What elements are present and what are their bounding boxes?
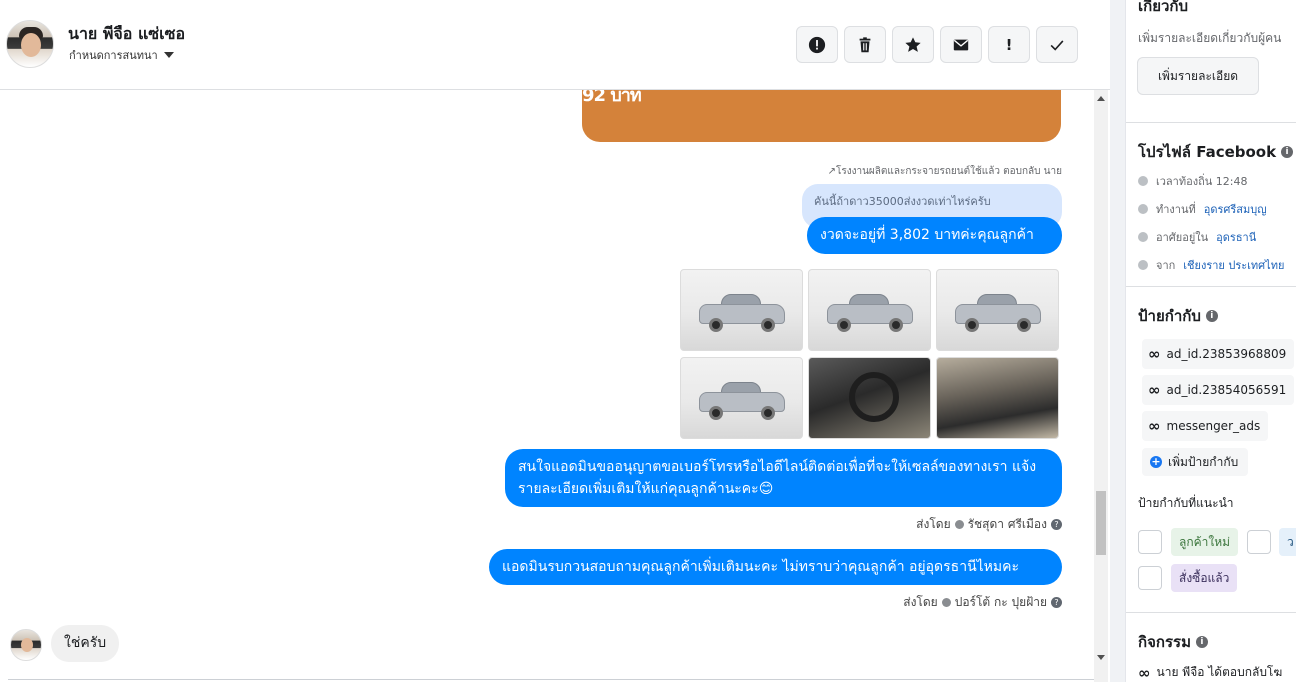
panel-gutter bbox=[1110, 0, 1125, 682]
outgoing-message[interactable]: งวดจะอยู่ที่ 3,802 บาทค่ะคุณลูกค้า bbox=[807, 217, 1062, 254]
outgoing-message[interactable]: แอดมินรบกวนสอบถามคุณลูกค้าเพิ่มเติมนะคะ … bbox=[489, 549, 1062, 585]
clock-icon bbox=[1138, 176, 1148, 186]
mail-icon bbox=[953, 39, 969, 50]
follow-up-button[interactable]: ! bbox=[988, 26, 1030, 63]
suggested-label-chip[interactable]: ว bbox=[1279, 528, 1296, 556]
gear-shift-photo[interactable] bbox=[936, 357, 1059, 439]
suggested-labels-title: ป้ายกำกับที่แนะนำ bbox=[1138, 496, 1234, 510]
sender-name: ปอร์โต้ กะ ปุยฝ้าย bbox=[954, 595, 1047, 609]
suggested-label-checkbox[interactable] bbox=[1247, 530, 1271, 554]
suggested-label-new-customer[interactable]: ลูกค้าใหม่ bbox=[1171, 528, 1239, 556]
verified-icon bbox=[954, 520, 964, 529]
trash-icon bbox=[859, 36, 871, 52]
reply-context-text: โรงงานผลิตและกระจายรถยนต์ใช้แล้ว ตอบกลับ… bbox=[835, 166, 1062, 177]
mark-unread-button[interactable] bbox=[940, 26, 982, 63]
sent-by-label: ส่งโดย bbox=[916, 517, 951, 531]
reply-arrow-icon: ↗ bbox=[827, 166, 836, 177]
sender-name: รัชสุดา ศรีเมือง bbox=[967, 517, 1047, 531]
activity-item[interactable]: ∞ นาย พีจือ ได้ตอบกลับโฆ bbox=[1138, 663, 1282, 682]
steering-wheel-photo[interactable] bbox=[808, 357, 931, 439]
conversation-toolbar: ! bbox=[796, 26, 1078, 63]
mark-spam-button[interactable] bbox=[796, 26, 838, 63]
add-details-button[interactable]: เพิ่มรายละเอียด bbox=[1137, 57, 1259, 95]
ad-card-price: 92 บาท bbox=[582, 90, 642, 106]
contact-avatar[interactable] bbox=[6, 20, 54, 68]
info-icon[interactable]: i bbox=[1281, 146, 1294, 158]
car-front-angle-photo[interactable] bbox=[808, 269, 931, 351]
help-icon[interactable]: ? bbox=[1051, 519, 1062, 530]
sent-by-info: ส่งโดย ปอร์โต้ กะ ปุยฝ้าย ? bbox=[903, 593, 1062, 612]
suggested-label-checkbox[interactable] bbox=[1138, 566, 1162, 590]
label-tag[interactable]: ∞ ad_id.23854056591 bbox=[1142, 375, 1295, 405]
messenger-inbox: นาย พีจือ แซ่เซอ กำหนดการสนทนา ! 92 บาท … bbox=[0, 0, 1296, 682]
divider bbox=[1126, 122, 1296, 123]
profile-lives-in: อาศัยอยู่ใน อุดรธานี bbox=[1138, 228, 1256, 246]
about-description: เพิ่มรายละเอียดเกี่ยวกับผู้คน bbox=[1138, 31, 1282, 45]
delete-button[interactable] bbox=[844, 26, 886, 63]
meta-icon: ∞ bbox=[1148, 417, 1160, 435]
labels-title: ป้ายกำกับ i bbox=[1138, 304, 1218, 328]
from-link[interactable]: เชียงราย ประเทศไทย bbox=[1183, 256, 1284, 274]
spam-icon bbox=[808, 36, 826, 53]
sent-by-info: ส่งโดย รัชสุดา ศรีเมือง ? bbox=[916, 515, 1062, 534]
conversation-header: นาย พีจือ แซ่เซอ กำหนดการสนทนา ! bbox=[0, 0, 1110, 90]
contact-name[interactable]: นาย พีจือ แซ่เซอ bbox=[68, 22, 185, 47]
verified-icon bbox=[941, 598, 951, 607]
location-icon bbox=[1138, 232, 1148, 242]
add-label-button[interactable]: + เพิ่มป้ายกำกับ bbox=[1142, 448, 1249, 476]
about-title: เกี่ยวกับ bbox=[1138, 0, 1189, 15]
profile-local-time: เวลาท้องถิ่น 12:48 bbox=[1138, 172, 1247, 190]
incoming-message[interactable]: ใช่ครับ bbox=[51, 625, 120, 662]
help-icon[interactable]: ? bbox=[1051, 597, 1062, 608]
star-icon bbox=[905, 36, 921, 52]
label-tag[interactable]: ∞ messenger_ads bbox=[1142, 411, 1269, 441]
scroll-up-arrow-icon[interactable] bbox=[1097, 96, 1105, 101]
thread-scrollbar[interactable] bbox=[1094, 90, 1108, 682]
assign-conversation-dropdown[interactable]: กำหนดการสนทนา bbox=[69, 46, 174, 64]
mark-done-button[interactable] bbox=[1036, 26, 1078, 63]
exclamation-icon: ! bbox=[1005, 35, 1013, 54]
work-link[interactable]: อุดรศรีสมบุญ bbox=[1204, 200, 1267, 218]
profile-from: จาก เชียงราย ประเทศไทย bbox=[1138, 256, 1284, 274]
divider bbox=[1126, 286, 1296, 287]
sent-by-label: ส่งโดย bbox=[903, 595, 938, 609]
star-button[interactable] bbox=[892, 26, 934, 63]
briefcase-icon bbox=[1138, 204, 1148, 214]
meta-icon: ∞ bbox=[1148, 381, 1160, 399]
reply-context: ↗โรงงานผลิตและกระจายรถยนต์ใช้แล้ว ตอบกลั… bbox=[700, 164, 1062, 179]
facebook-profile-title: โปรไฟล์ Facebook i bbox=[1138, 140, 1294, 164]
suggested-label-checkbox[interactable] bbox=[1138, 530, 1162, 554]
photo-album bbox=[680, 269, 1062, 439]
ad-card[interactable]: 92 บาท bbox=[582, 90, 1061, 142]
scroll-down-arrow-icon[interactable] bbox=[1097, 655, 1105, 660]
car-rear-photo[interactable] bbox=[936, 269, 1059, 351]
scrollbar-thumb[interactable] bbox=[1096, 491, 1106, 555]
plus-icon: + bbox=[1150, 455, 1162, 468]
divider bbox=[1126, 612, 1296, 613]
car-side-photo[interactable] bbox=[680, 357, 803, 439]
message-thread: 92 บาท ↗โรงงานผลิตและกระจายรถยนต์ใช้แล้ว… bbox=[0, 90, 1110, 682]
meta-icon: ∞ bbox=[1138, 663, 1150, 682]
label-tag[interactable]: ∞ ad_id.23853968809 bbox=[1142, 339, 1295, 369]
info-icon[interactable]: i bbox=[1195, 636, 1208, 648]
suggested-label-ordered[interactable]: สั่งซื้อแล้ว bbox=[1171, 564, 1238, 592]
meta-icon: ∞ bbox=[1148, 345, 1160, 363]
check-icon bbox=[1050, 39, 1064, 51]
contact-avatar-small[interactable] bbox=[10, 629, 42, 661]
outgoing-message[interactable]: สนใจแอดมินขออนุญาตขอเบอร์โทรหรือไอดีไลน์… bbox=[505, 449, 1062, 507]
caret-down-icon bbox=[163, 52, 174, 58]
info-icon[interactable]: i bbox=[1205, 310, 1218, 322]
profile-work: ทำงานที่ อุดรศรีสมบุญ bbox=[1138, 200, 1267, 218]
location-icon bbox=[1138, 260, 1148, 270]
activity-title: กิจกรรม i bbox=[1138, 630, 1208, 654]
lives-in-link[interactable]: อุดรธานี bbox=[1216, 228, 1256, 246]
car-front-photo[interactable] bbox=[680, 269, 803, 351]
assign-label: กำหนดการสนทนา bbox=[69, 49, 158, 62]
contact-details-panel: เกี่ยวกับ เพิ่มรายละเอียดเกี่ยวกับผู้คน … bbox=[1125, 0, 1296, 682]
